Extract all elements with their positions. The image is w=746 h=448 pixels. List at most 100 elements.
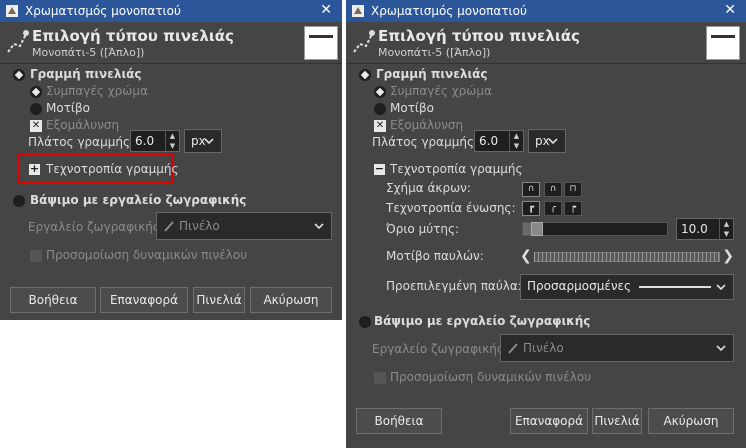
dash-preset-label: Προεπιλεγμένη παύλα:: [386, 279, 522, 293]
dash-pattern-ticks: [534, 252, 720, 262]
help-button[interactable]: Βοήθεια: [10, 287, 96, 313]
antialias-label: Εξομάλυνση: [390, 118, 464, 132]
line-width-value: 6.0: [479, 134, 499, 148]
header-subtitle: Μονοπάτι-5 ([Άπλο]): [378, 46, 491, 59]
paint-tool-select[interactable]: Πινέλο: [156, 212, 332, 240]
solid-color-radio[interactable]: [374, 86, 386, 98]
antialias-checkbox[interactable]: ✕: [30, 120, 42, 132]
dash-pattern-label: Μοτίβο παυλών:: [386, 249, 484, 263]
paint-tool-label: Εργαλείο ζωγραφικής:: [372, 342, 508, 356]
stroke-path-dialog-collapsed: Χρωματισμός μονοπατιού ✕ Επιλογή τύπου π…: [0, 0, 342, 320]
paintbrush-icon: [164, 221, 174, 232]
paint-tool-radio[interactable]: [13, 195, 25, 207]
antialias-label: Εξομάλυνση: [46, 118, 120, 132]
miter-limit-label: Όριο μύτης:: [386, 222, 460, 236]
chevron-down-icon: [548, 138, 558, 145]
dash-preset-select[interactable]: Προσαρμοσμένες: [520, 274, 734, 300]
reset-button[interactable]: Επαναφορά: [100, 287, 188, 313]
paint-tool-section-label: Βάψιμο με εργαλείο ζωγραφικής: [374, 314, 591, 328]
pattern-label: Μοτίβο: [390, 101, 434, 115]
dash-pattern-editor[interactable]: ❮ ❯: [520, 248, 734, 266]
chevron-down-icon: [204, 138, 214, 145]
antialias-checkbox[interactable]: ✕: [374, 120, 386, 132]
stroke-path-icon: [7, 30, 29, 53]
line-width-label: Πλάτος γραμμής:: [28, 135, 135, 149]
stroke-line-radio[interactable]: [359, 69, 371, 81]
stroke-line-label: Γραμμή πινελιάς: [376, 67, 488, 81]
slider-handle[interactable]: [531, 222, 543, 236]
pattern-radio[interactable]: [30, 103, 42, 115]
spin-arrows-icon[interactable]: ▲ ▼: [165, 131, 179, 151]
stroke-path-dialog-expanded: Χρωματισμός μονοπατιού ✕ Επιλογή τύπου π…: [346, 0, 746, 448]
cap-round-icon[interactable]: ∩: [544, 182, 562, 197]
emulate-dynamics-checkbox[interactable]: [30, 250, 42, 262]
chevron-left-icon[interactable]: ❮: [520, 248, 532, 264]
line-style-expander[interactable]: Τεχνοτροπία γραμμής: [390, 162, 523, 176]
solid-color-label: Συμπαγές χρώμα: [46, 84, 148, 98]
miter-limit-slider[interactable]: [522, 222, 668, 236]
emulate-dynamics-checkbox[interactable]: [374, 372, 386, 384]
paint-tool-value: Πινέλο: [179, 219, 220, 233]
dash-preset-value: Προσαρμοσμένες: [527, 279, 632, 293]
chevron-down-icon: [716, 284, 726, 291]
close-icon[interactable]: ✕: [320, 2, 332, 18]
solid-color-radio[interactable]: [30, 86, 42, 98]
close-icon[interactable]: ✕: [724, 2, 736, 18]
cap-butt-icon[interactable]: ∩: [522, 182, 540, 197]
stroke-path-icon: [353, 30, 375, 53]
dash-preview-line: [639, 286, 711, 288]
chevron-right-icon[interactable]: ❯: [722, 248, 734, 264]
join-miter-icon[interactable]: ┏: [522, 201, 540, 216]
collapse-icon[interactable]: −: [374, 163, 385, 175]
pattern-radio[interactable]: [374, 103, 386, 115]
header-separator: [0, 63, 342, 64]
cancel-button[interactable]: Ακύρωση: [250, 287, 332, 313]
line-width-value: 6.0: [135, 134, 155, 148]
pattern-label: Μοτίβο: [46, 101, 90, 115]
header-title: Επιλογή τύπου πινελιάς: [378, 27, 580, 45]
header-separator: [346, 63, 746, 64]
path-preview-thumbnail: [706, 26, 740, 60]
path-preview-thumbnail: [304, 26, 338, 60]
stroke-button[interactable]: Πινελιά: [592, 408, 642, 434]
paint-tool-label: Εργαλείο ζωγραφικής:: [28, 220, 164, 234]
header-title: Επιλογή τύπου πινελιάς: [32, 27, 234, 45]
line-width-label: Πλάτος γραμμής:: [372, 135, 479, 149]
solid-color-label: Συμπαγές χρώμα: [390, 84, 492, 98]
titlebar: Χρωματισμός μονοπατιού ✕: [0, 0, 342, 22]
emulate-dynamics-label: Προσομοίωση δυναμικών πινέλου: [390, 370, 592, 384]
window-title: Χρωματισμός μονοπατιού: [371, 4, 527, 18]
miter-limit-spinner[interactable]: 10.0 ▲ ▼: [676, 218, 734, 240]
help-button[interactable]: Βοήθεια: [356, 408, 442, 434]
expand-icon[interactable]: +: [29, 163, 40, 175]
reset-button[interactable]: Επαναφορά: [510, 408, 588, 434]
paint-tool-section-label: Βάψιμο με εργαλείο ζωγραφικής: [30, 193, 247, 207]
emulate-dynamics-label: Προσομοίωση δυναμικών πινέλου: [46, 248, 248, 262]
join-style-label: Τεχνοτροπία ένωσης:: [386, 201, 516, 215]
paint-tool-value: Πινέλο: [523, 341, 564, 355]
spin-arrows-icon[interactable]: ▲ ▼: [509, 131, 523, 151]
titlebar: Χρωματισμός μονοπατιού ✕: [346, 0, 746, 22]
unit-select[interactable]: px: [528, 129, 566, 153]
join-round-icon[interactable]: ╭: [544, 201, 562, 216]
paint-tool-select[interactable]: Πινέλο: [500, 334, 734, 362]
gimp-app-icon: [6, 5, 18, 17]
stroke-button[interactable]: Πινελιά: [193, 287, 245, 313]
cancel-button[interactable]: Ακύρωση: [648, 408, 734, 434]
chevron-down-icon: [716, 345, 726, 352]
line-style-expander[interactable]: Τεχνοτροπία γραμμής: [46, 162, 179, 176]
header-subtitle: Μονοπάτι-5 ([Άπλο]): [32, 46, 145, 59]
paint-tool-radio[interactable]: [359, 316, 371, 328]
gimp-app-icon: [352, 5, 364, 17]
line-width-spinner[interactable]: 6.0 ▲ ▼: [130, 130, 180, 152]
spin-arrows-icon[interactable]: ▲ ▼: [719, 219, 733, 239]
join-bevel-icon[interactable]: ┍: [564, 201, 582, 216]
line-width-spinner[interactable]: 6.0 ▲ ▼: [474, 130, 524, 152]
miter-limit-value: 10.0: [681, 222, 708, 236]
paintbrush-icon: [508, 343, 518, 354]
chevron-down-icon: [314, 223, 324, 230]
cap-square-icon[interactable]: ⊓: [564, 182, 582, 197]
window-title: Χρωματισμός μονοπατιού: [25, 4, 181, 18]
unit-select[interactable]: px: [184, 129, 222, 153]
stroke-line-radio[interactable]: [13, 69, 25, 81]
